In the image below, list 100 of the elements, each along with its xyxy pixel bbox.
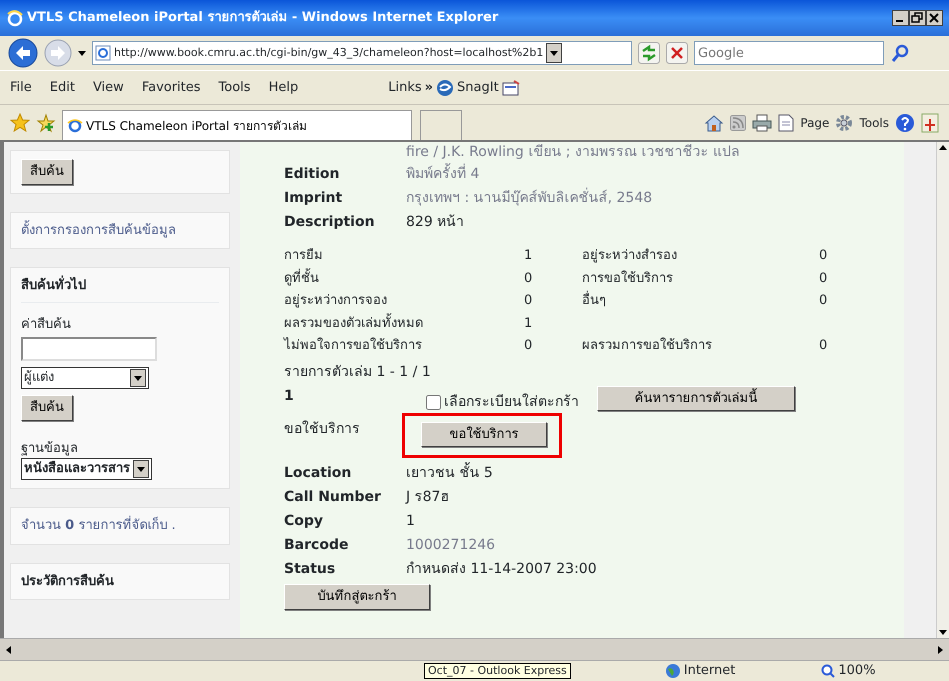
back-icon[interactable] [8, 38, 38, 68]
table-cell-text: 1 [524, 314, 534, 332]
item-number: 1 [284, 386, 295, 406]
table-cell-text: 0 [819, 292, 828, 310]
research-icon[interactable] [921, 112, 939, 132]
checkbox[interactable] [426, 394, 441, 410]
field-label: ค่าสืบค้น [21, 316, 72, 334]
caret-icon[interactable] [78, 50, 86, 56]
field-value: พิมพ์ครั้งที่ 4 [406, 162, 480, 186]
field-label: Location [284, 464, 352, 483]
field-value: J ร87ฮ [406, 488, 450, 507]
table-cell: อื่นๆ [582, 291, 819, 310]
panel-heading: สืบค้นทั่วไป [21, 276, 219, 302]
browser-logo-icon [6, 9, 24, 27]
window-title: VTLS Chameleon iPortal รายการตัวเล่ม - Windows Internet Explorer [27, 9, 498, 28]
vertical-scrollbar[interactable] [936, 142, 949, 638]
command-button[interactable]: Page [800, 114, 830, 132]
table-cell-text: 0 [524, 337, 534, 355]
add-favorite-icon[interactable] [36, 112, 56, 132]
field-label: Imprint [284, 189, 344, 208]
stop-icon[interactable] [666, 42, 688, 64]
search-term-field[interactable] [21, 337, 157, 361]
print-icon[interactable] [752, 114, 772, 132]
dropdown-icon [130, 369, 146, 387]
minimize-icon[interactable] [892, 10, 909, 26]
menu-item[interactable]: File [10, 78, 32, 98]
field-label: Barcode [284, 536, 350, 555]
field-label: Status [284, 560, 336, 579]
table-cell-text: อยู่ระหว่างสำรอง [582, 247, 678, 265]
zoom-level[interactable]: 100% [838, 661, 876, 681]
menu-item[interactable]: Favorites [142, 78, 201, 98]
address-field[interactable]: http://www.book.cmru.ac.th/cgi-bin/gw_43_3/chameleon?host=localhost%2b1 [92, 41, 632, 65]
range-text: รายการตัวเล่ม 1 - 1 / 1 [284, 362, 432, 382]
zone-text: Internet [684, 662, 736, 680]
menu-item[interactable]: Help [268, 78, 298, 98]
dropdown-icon [133, 460, 149, 478]
table-cell: ดูที่ชั้น [284, 268, 524, 288]
forward-icon[interactable] [44, 39, 72, 67]
search-button[interactable]: สืบค้น [21, 159, 73, 184]
page-icon [67, 118, 83, 134]
close-icon[interactable] [926, 10, 943, 26]
table-cell-text: ผลรวมการขอใช้บริการ [582, 336, 713, 355]
field-label: Call Number [284, 488, 382, 507]
table-cell: ผลรวมของตัวเล่มทั้งหมด [284, 314, 524, 333]
globe-icon [664, 663, 681, 679]
links-item[interactable]: SnagIt [457, 78, 499, 98]
field-label: ฐานข้อมูล [21, 440, 79, 458]
restore-icon[interactable] [909, 10, 926, 26]
search-field[interactable]: Google [694, 41, 884, 65]
panel-heading: ประวัติการสืบค้น [21, 574, 114, 588]
table-cell-text: อยู่ระหว่างการจอง [284, 292, 388, 310]
table-cell-text: ไม่พอใจการขอใช้บริการ [284, 336, 423, 355]
field-label: Edition [284, 165, 340, 184]
table-cell-text: 0 [524, 292, 534, 310]
table-cell-text: 0 [819, 337, 828, 355]
find-items-button[interactable]: ค้นหารายการตัวเล่มนี้ [597, 386, 795, 411]
gear-icon [835, 114, 854, 132]
menu-item[interactable]: View [92, 78, 124, 98]
table-cell-text: 0 [819, 270, 828, 288]
request-button[interactable]: ขอใช้บริการ [421, 422, 547, 447]
title-text: fire / J.K. Rowling เขียน ; งามพรรณ เวชชาชีวะ แปล [406, 143, 741, 162]
menu-item[interactable]: Tools [218, 78, 251, 98]
chevron-label[interactable]: » [424, 78, 434, 98]
search-button[interactable]: สืบค้น [21, 395, 73, 420]
zoom-icon[interactable] [821, 664, 836, 678]
field-value: 1000271246 [406, 536, 496, 555]
field-value: เยาวชน ชั้น 5 [406, 461, 493, 485]
field-label: Copy [284, 512, 324, 531]
page-icon [778, 114, 794, 132]
star-icon[interactable] [10, 112, 30, 132]
menu-item[interactable]: Edit [50, 78, 75, 98]
saved-count: จำนวน 0 รายการที่จัดเก็บ . [21, 518, 176, 533]
table-cell-text: 0 [819, 247, 828, 265]
database-select[interactable]: หนังสือและวารสาร [21, 458, 152, 480]
save-button[interactable]: บันทึกสู่ตะกร้า [284, 584, 430, 610]
command-button[interactable]: Tools [859, 114, 889, 132]
field-value: กรุงเทพฯ : นานมีบุ๊คส์พับลิเคชั่นส์, 2548 [406, 186, 652, 210]
field-value: กำหนดส่ง 11-14-2007 23:00 [406, 560, 597, 579]
field-select[interactable]: ผู้แต่ง [21, 367, 149, 389]
field-value: 829 หน้า [406, 213, 464, 232]
request-label: ขอใช้บริการ [284, 420, 361, 438]
links-label[interactable]: Links [388, 78, 422, 98]
table-cell-text: การขอใช้บริการ [582, 270, 674, 288]
table-cell-text: การยืม [284, 247, 324, 265]
field-label: Description [284, 213, 376, 232]
browser-tab[interactable]: VTLS Chameleon iPortal รายการตัวเล่ม [62, 110, 412, 140]
taskbar-tooltip: Oct_07 - Outlook Express [424, 663, 571, 679]
filter-link[interactable]: ตั้งการกรองการสืบค้นข้อมูล [21, 222, 176, 238]
table-cell-text: 1 [524, 247, 534, 265]
home-icon[interactable] [704, 114, 724, 132]
field-value: 1 [406, 512, 415, 531]
table-cell-text: 0 [524, 270, 534, 288]
feed-icon[interactable] [730, 114, 746, 130]
capture-icon[interactable] [502, 80, 520, 96]
refresh-icon[interactable] [638, 42, 660, 64]
swirl-logo-icon [436, 78, 454, 96]
help-icon[interactable] [895, 112, 915, 132]
checkbox-label[interactable]: เลือกระเบียนใส่ตะกร้า [444, 392, 579, 412]
dropdown-icon[interactable] [546, 43, 562, 63]
page-icon [95, 45, 111, 61]
